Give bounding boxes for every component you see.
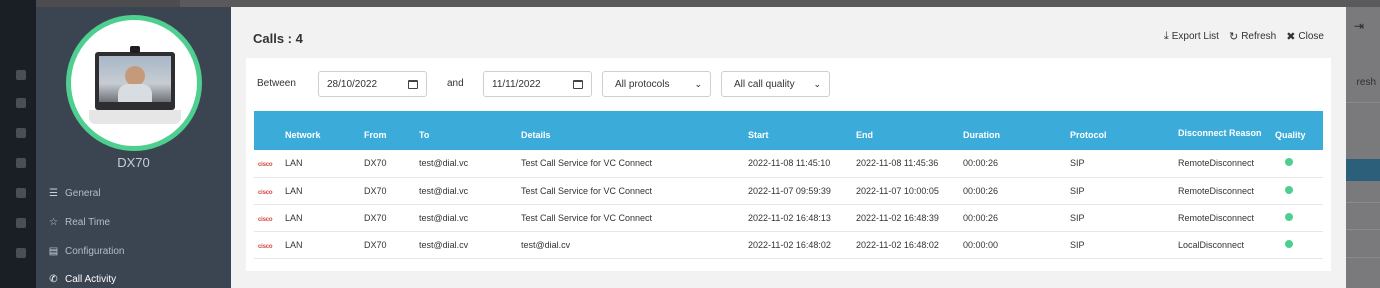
cisco-logo-icon: cisco — [258, 243, 273, 250]
logout-icon: ⇥ — [1353, 19, 1364, 33]
device-avatar — [66, 15, 202, 151]
nav-icon — [16, 128, 26, 138]
nav-icon — [16, 70, 26, 80]
modal-title: Calls : 4 — [253, 31, 303, 46]
divider — [1343, 202, 1380, 203]
device-image — [95, 46, 175, 110]
column-header[interactable]: Start — [748, 111, 856, 150]
chevron-down-icon: ⌄ — [694, 78, 702, 89]
calls-table: Network From To Details Start End Durati… — [254, 111, 1323, 259]
star-icon: ☆ — [49, 216, 58, 228]
between-label: Between — [257, 78, 296, 89]
divider — [1343, 257, 1380, 258]
start-date-input[interactable]: 28/10/2022 — [318, 71, 427, 97]
protocol-select[interactable]: All protocols ⌄ — [602, 71, 711, 97]
background-button — [1341, 159, 1380, 181]
nav-icon — [16, 218, 26, 228]
table-row[interactable]: cisco LAN DX70 test@dial.vc Test Call Se… — [254, 150, 1323, 177]
divider — [1343, 229, 1380, 230]
table-row[interactable]: cisco LAN DX70 test@dial.cv test@dial.cv… — [254, 231, 1323, 258]
column-header[interactable]: End — [856, 111, 963, 150]
phone-icon: ✆ — [49, 273, 58, 285]
nav-icon — [16, 158, 26, 168]
nav-icon — [16, 248, 26, 258]
chevron-down-icon: ⌄ — [813, 78, 821, 89]
menu-item-label: Real Time — [65, 216, 111, 228]
refresh-icon: ↻ — [1228, 31, 1239, 43]
list-icon: ☰ — [49, 187, 58, 199]
close-icon: ✖ — [1286, 31, 1296, 43]
filter-row: Between 28/10/2022 and 11/11/2022 All pr… — [246, 71, 1331, 97]
table-row[interactable]: cisco LAN DX70 test@dial.vc Test Call Se… — [254, 177, 1323, 204]
call-quality-select[interactable]: All call quality ⌄ — [721, 71, 830, 97]
device-screen — [99, 56, 171, 102]
quality-good-indicator — [1285, 158, 1293, 167]
app-nav-rail — [0, 0, 36, 288]
column-header[interactable]: Protocol — [1070, 111, 1178, 150]
menu-item-label: Call Activity — [65, 273, 117, 285]
menu-item-label: Configuration — [65, 245, 125, 257]
menu-item-general[interactable]: ☰ General — [48, 183, 101, 203]
menu-item-configuration[interactable]: ▤ Configuration — [48, 241, 125, 261]
app-topbar — [180, 0, 1380, 7]
calendar-icon[interactable] — [573, 79, 583, 89]
server-icon: ▤ — [48, 245, 59, 257]
menu-item-label: General — [65, 187, 101, 199]
cisco-logo-icon: cisco — [258, 189, 273, 196]
device-name: DX70 — [117, 155, 150, 170]
camera-icon — [130, 46, 140, 53]
column-header[interactable]: Quality — [1275, 111, 1323, 150]
column-header[interactable]: Network — [285, 111, 364, 150]
export-icon: ⤓ — [1163, 30, 1169, 42]
column-header[interactable]: Details — [521, 111, 748, 150]
column-header[interactable]: From — [364, 111, 419, 150]
and-label: and — [447, 78, 464, 89]
end-date-input[interactable]: 11/11/2022 — [483, 71, 592, 97]
menu-item-real-time[interactable]: ☆ Real Time — [48, 212, 110, 232]
quality-good-indicator — [1285, 185, 1293, 194]
column-header[interactable]: Duration — [963, 111, 1070, 150]
calls-modal: Calls : 4 ⤓ Export List ↻ Refresh ✖ Clos… — [231, 7, 1346, 288]
nav-icon — [16, 188, 26, 198]
modal-actions: ⤓ Export List ↻ Refresh ✖ Close — [1164, 30, 1324, 43]
background-refresh-text: resh — [1356, 77, 1376, 88]
column-header[interactable]: Disconnect Reason — [1178, 111, 1275, 150]
device-sidebar: DX70 ☰ General ☆ Real Time ▤ Configurati… — [36, 7, 231, 288]
column-header[interactable]: To — [419, 111, 521, 150]
cisco-logo-icon: cisco — [258, 216, 273, 223]
calls-panel: Between 28/10/2022 and 11/11/2022 All pr… — [246, 58, 1331, 271]
export-list-button[interactable]: ⤓ Export List — [1164, 30, 1219, 43]
nav-icon — [16, 98, 26, 108]
table-row[interactable]: cisco LAN DX70 test@dial.vc Test Call Se… — [254, 204, 1323, 231]
quality-good-indicator — [1285, 239, 1293, 248]
table-header-row: Network From To Details Start End Durati… — [254, 111, 1323, 150]
menu-item-call-activity[interactable]: ✆ Call Activity — [48, 269, 116, 288]
refresh-button[interactable]: ↻ Refresh — [1229, 30, 1276, 43]
calendar-icon[interactable] — [408, 79, 418, 89]
divider — [1343, 102, 1380, 103]
cisco-logo-icon: cisco — [258, 162, 273, 169]
quality-good-indicator — [1285, 212, 1293, 221]
close-button[interactable]: ✖ Close — [1286, 30, 1324, 43]
